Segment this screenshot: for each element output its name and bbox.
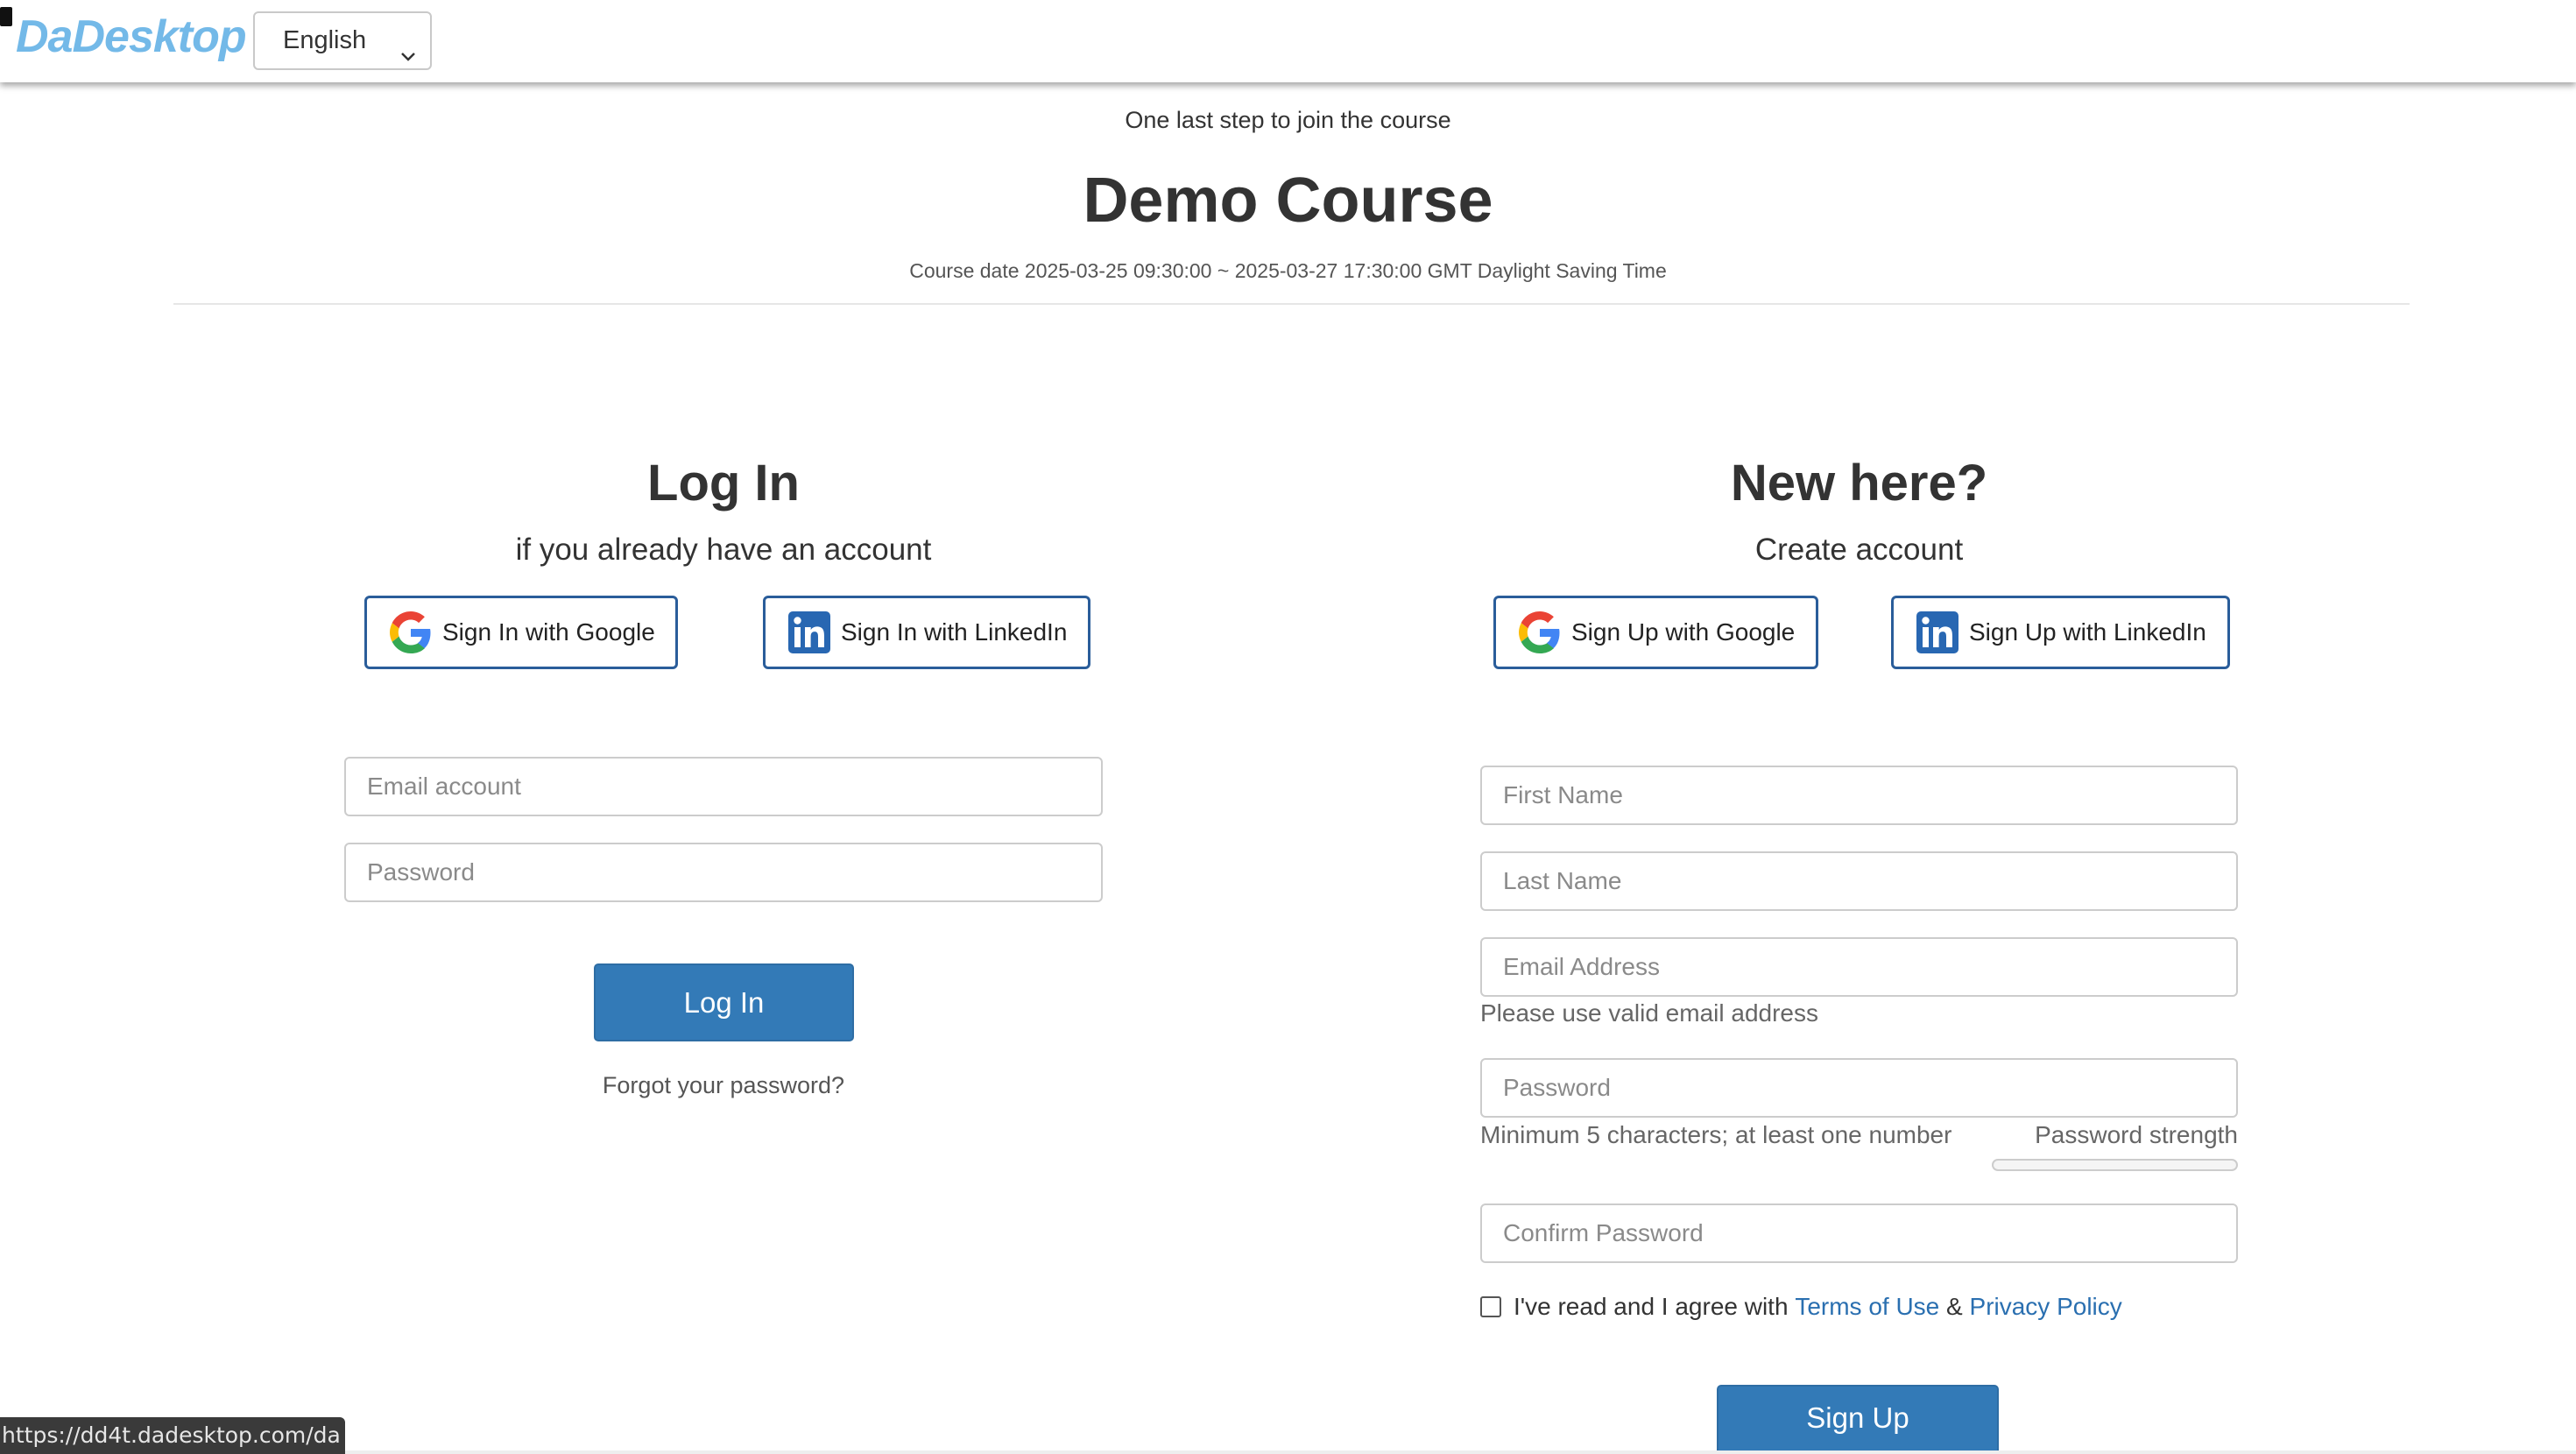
google-icon (390, 611, 432, 653)
sign-up-button[interactable]: Sign Up (1717, 1385, 1999, 1454)
login-password-input[interactable] (344, 843, 1103, 902)
sign-up-linkedin-label: Sign Up with LinkedIn (1969, 618, 2206, 646)
terms-agreement-row: I've read and I agree with Terms of Use … (1480, 1291, 2122, 1323)
terms-checkbox[interactable] (1480, 1296, 1501, 1317)
linkedin-icon (1916, 611, 1958, 653)
sign-in-linkedin-button[interactable]: Sign In with LinkedIn (763, 596, 1090, 669)
first-name-input[interactable] (1480, 766, 2238, 825)
dadesktop-logo[interactable]: DaDesktop (16, 11, 247, 63)
login-email-input[interactable] (344, 757, 1103, 816)
course-date: Course date 2025-03-25 09:30:00 ~ 2025-0… (909, 259, 1667, 282)
top-navbar: DaDesktop English (0, 0, 2576, 82)
join-course-notice: One last step to join the course (1125, 107, 1451, 133)
header-divider (173, 303, 2410, 305)
sign-up-linkedin-button[interactable]: Sign Up with LinkedIn (1891, 596, 2230, 669)
confirm-password-input[interactable] (1480, 1203, 2238, 1263)
signup-email-input[interactable] (1480, 937, 2238, 997)
terms-of-use-link[interactable]: Terms of Use (1795, 1293, 1939, 1321)
email-help-text: Please use valid email address (1480, 999, 1818, 1027)
sign-in-linkedin-label: Sign In with LinkedIn (841, 618, 1068, 646)
sign-up-google-label: Sign Up with Google (1571, 618, 1796, 646)
signup-password-input[interactable] (1480, 1058, 2238, 1118)
sign-in-google-button[interactable]: Sign In with Google (364, 596, 678, 669)
password-strength-label: Password strength (2035, 1121, 2238, 1148)
language-select[interactable]: English (253, 11, 432, 70)
linkedin-icon (788, 611, 830, 653)
password-strength-meter (1992, 1159, 2238, 1171)
cursor-icon (0, 7, 12, 26)
ampersand: & (1946, 1293, 1963, 1320)
login-subtitle: if you already have an account (515, 533, 932, 567)
google-icon (1519, 611, 1561, 653)
chevron-down-icon (399, 31, 418, 61)
language-select-value: English (283, 26, 367, 54)
login-title: Log In (647, 455, 800, 512)
link-preview-status-bar: https://dd4t.dadesktop.com/da (0, 1417, 345, 1454)
last-name-input[interactable] (1480, 851, 2238, 911)
privacy-policy-link[interactable]: Privacy Policy (1970, 1293, 2122, 1321)
sign-in-google-label: Sign In with Google (442, 618, 655, 646)
login-button[interactable]: Log In (594, 963, 854, 1041)
sign-up-google-button[interactable]: Sign Up with Google (1493, 596, 1818, 669)
signup-subtitle: Create account (1754, 533, 1964, 567)
bottom-border (345, 1450, 2576, 1454)
agree-text: I've read and I agree with (1514, 1293, 1789, 1320)
signup-title: New here? (1730, 455, 1988, 512)
course-title: Demo Course (1083, 166, 1493, 236)
forgot-password-link[interactable]: Forgot your password? (344, 1072, 1103, 1099)
password-help-text: Minimum 5 characters; at least one numbe… (1480, 1121, 1952, 1148)
